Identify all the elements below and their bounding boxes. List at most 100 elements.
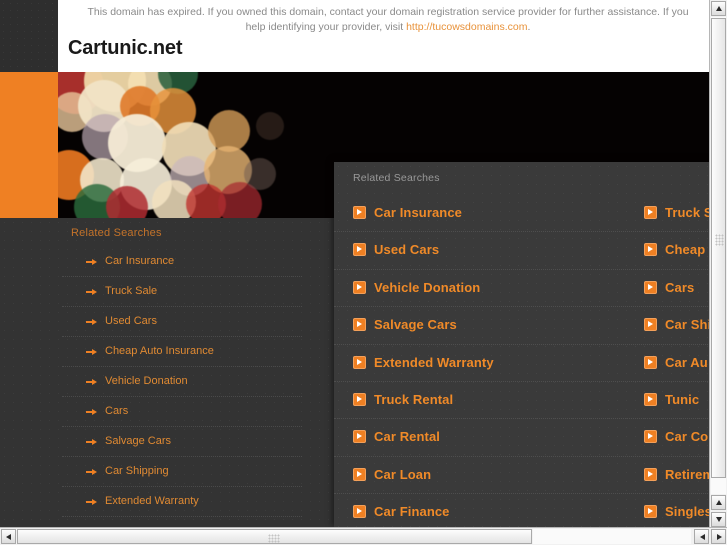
overlay-link[interactable]: Salvage Cars [353, 307, 643, 343]
overlay-link[interactable]: Car Shi [644, 307, 710, 343]
overlay-link-label: Car Finance [374, 504, 450, 520]
overlay-link[interactable]: Truck Rental [353, 382, 643, 418]
expiry-notice-header: This domain has expired. If you owned th… [58, 0, 710, 72]
chevron-right-icon [644, 355, 657, 369]
overlay-link-label: Used Cars [374, 242, 440, 258]
chevron-right-icon [353, 467, 366, 481]
sidebar-item-label: Car Insurance [105, 255, 175, 267]
arrow-icon [86, 409, 97, 415]
list-item[interactable]: Extended Warranty [62, 487, 302, 517]
vertical-scrollbar[interactable] [709, 0, 727, 528]
chevron-right-icon [644, 280, 657, 294]
scroll-up-button[interactable] [711, 1, 726, 16]
page-root: This domain has expired. If you owned th… [0, 0, 727, 545]
banner-orange-block [0, 72, 58, 218]
overlay-link[interactable]: Car Loan [353, 457, 643, 493]
triangle-down-icon [716, 517, 722, 522]
scroll-thumb-grip [268, 534, 280, 543]
sidebar-item-label: Salvage Cars [105, 435, 172, 447]
overlay-link-grid: Car Insurance Truck S Used Cars Cheap Ve… [334, 195, 710, 528]
table-row: Truck Rental Tunic [334, 380, 710, 418]
overlay-link[interactable]: Car Co [644, 419, 710, 455]
list-item[interactable]: Vehicle Donation [62, 367, 302, 397]
overlay-link[interactable]: Retirem [644, 457, 710, 493]
arrow-icon [86, 499, 97, 505]
related-searches-overlay-panel: Related Searches Car Insurance Truck S U… [334, 162, 710, 528]
overlay-link[interactable]: Truck S [644, 195, 710, 231]
overlay-link-label: Car Rental [374, 429, 441, 445]
list-item[interactable]: Truck Sale [62, 277, 302, 307]
arrow-icon [86, 319, 97, 325]
gutter-texture [0, 0, 58, 72]
sidebar-item-label: Car Shipping [105, 465, 169, 477]
overlay-link[interactable]: Car Finance [353, 494, 643, 528]
horizontal-scroll-thumb[interactable] [17, 529, 532, 544]
overlay-link[interactable]: Vehicle Donation [353, 270, 643, 306]
expiry-notice-line-2: help identifying your provider, visit ht… [68, 20, 708, 35]
sidebar-item-label: Used Cars [105, 315, 157, 327]
overlay-link-label: Salvage Cars [374, 317, 457, 333]
chevron-right-icon [353, 318, 366, 332]
overlay-link[interactable]: Cars [644, 270, 710, 306]
overlay-link[interactable]: Singles [644, 494, 710, 528]
list-item[interactable]: Cheap Auto Insurance [62, 337, 302, 367]
overlay-link-label: Tunic [665, 391, 700, 407]
horizontal-scroll-track[interactable] [533, 529, 691, 544]
overlay-link-label: Truck S [665, 205, 710, 220]
overlay-link-label: Cars [665, 279, 695, 295]
chevron-right-icon [353, 430, 366, 444]
table-row: Car Finance Singles [334, 493, 710, 528]
overlay-link[interactable]: Cheap [644, 232, 710, 268]
list-item[interactable]: Car Insurance [62, 247, 302, 277]
sidebar-item-label: Truck Sale [105, 285, 158, 297]
arrow-icon [86, 439, 97, 445]
triangle-up-icon [716, 500, 722, 505]
expiry-notice-line-1: This domain has expired. If you owned th… [87, 6, 689, 18]
scroll-up-button-secondary[interactable] [711, 495, 726, 510]
list-item[interactable]: Car Shipping [62, 457, 302, 487]
overlay-link-label: Extended Warranty [374, 354, 494, 370]
table-row: Car Rental Car Co [334, 418, 710, 455]
scroll-down-button[interactable] [711, 512, 726, 527]
notice-line2-pre: help identifying your provider, visit [245, 21, 407, 33]
overlay-heading: Related Searches [353, 172, 440, 184]
table-row: Used Cars Cheap [334, 231, 710, 268]
overlay-link[interactable]: Car Rental [353, 419, 643, 455]
chevron-right-icon [353, 392, 366, 406]
list-item[interactable]: Used Cars [62, 307, 302, 337]
overlay-link-label: Car Loan [374, 466, 432, 482]
overlay-link-label: Vehicle Donation [374, 279, 481, 295]
vertical-scroll-thumb[interactable] [711, 18, 726, 478]
overlay-link[interactable]: Used Cars [353, 232, 643, 268]
arrow-icon [86, 379, 97, 385]
chevron-right-icon [644, 318, 657, 332]
list-item[interactable]: Salvage Cars [62, 427, 302, 457]
overlay-link[interactable]: Extended Warranty [353, 345, 643, 381]
overlay-link[interactable]: Tunic [644, 382, 710, 418]
scroll-left-button-secondary[interactable] [694, 529, 709, 544]
page-title: Cartunic.net [68, 37, 183, 59]
chevron-right-icon [644, 392, 657, 406]
overlay-link[interactable]: Car Au [644, 345, 710, 381]
tucows-domains-link[interactable]: http://tucowsdomains.com [406, 21, 527, 33]
notice-line2-post: . [527, 21, 531, 33]
triangle-right-icon [717, 534, 722, 540]
sidebar-item-label: Vehicle Donation [105, 375, 188, 387]
sidebar-item-label: Cheap Auto Insurance [105, 345, 214, 357]
chevron-right-icon [353, 505, 366, 519]
table-row: Salvage Cars Car Shi [334, 306, 710, 343]
table-row: Car Loan Retirem [334, 455, 710, 493]
horizontal-scrollbar[interactable] [0, 527, 727, 545]
overlay-link-label: Car Insurance [374, 205, 463, 220]
overlay-link-label: Truck Rental [374, 391, 454, 407]
left-gutter [0, 0, 58, 72]
chevron-right-icon [644, 206, 657, 219]
scroll-left-button[interactable] [1, 529, 16, 544]
overlay-link-label: Car Au [665, 354, 708, 370]
table-row: Vehicle Donation Cars [334, 268, 710, 306]
sidebar-item-label: Extended Warranty [105, 495, 199, 507]
list-item[interactable]: Cars [62, 397, 302, 427]
scroll-right-button[interactable] [711, 529, 726, 544]
table-row: Extended Warranty Car Au [334, 343, 710, 381]
overlay-link[interactable]: Car Insurance [353, 195, 643, 231]
